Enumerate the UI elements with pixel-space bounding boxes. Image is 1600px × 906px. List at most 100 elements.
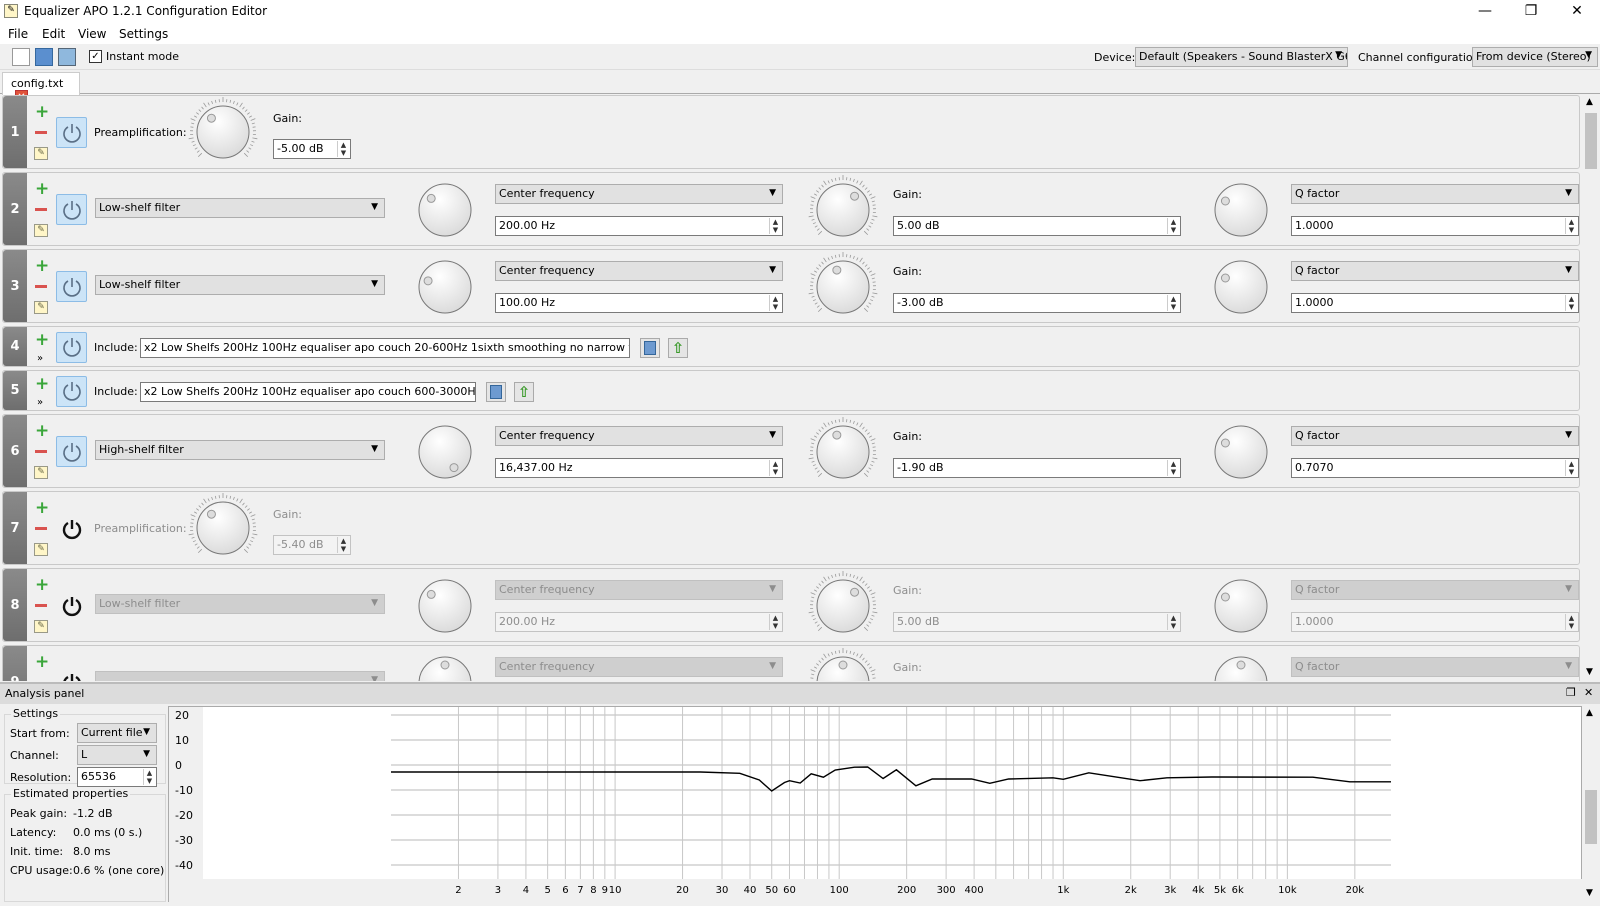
include-file-input[interactable]: x2 Low Shelfs 200Hz 100Hz equaliser apo … — [140, 338, 630, 358]
scrollbar-thumb[interactable] — [1585, 113, 1597, 169]
gain-input[interactable]: 5.00 dB▲▼ — [893, 612, 1181, 632]
spinner-arrows-icon[interactable]: ▲▼ — [1565, 295, 1577, 311]
gain-knob[interactable] — [188, 97, 258, 170]
browse-file-button[interactable] — [640, 338, 660, 358]
menu-view[interactable]: View — [78, 27, 106, 41]
open-include-button[interactable]: ⇧ — [514, 382, 534, 402]
row-number[interactable]: 7 — [3, 492, 27, 564]
q-mode-select[interactable]: Q factor▼ — [1291, 657, 1579, 677]
power-toggle-button[interactable] — [56, 376, 87, 407]
q-input[interactable]: 0.7070▲▼ — [1291, 458, 1579, 478]
frequency-input[interactable]: 16,437.00 Hz▲▼ — [495, 458, 783, 478]
row-number[interactable]: 9 — [3, 646, 27, 681]
frequency-input[interactable]: 200.00 Hz▲▼ — [495, 216, 783, 236]
q-knob[interactable] — [1206, 417, 1276, 490]
spinner-arrows-icon[interactable]: ▲▼ — [769, 614, 781, 630]
close-button[interactable]: ✕ — [1554, 0, 1600, 24]
gain-input[interactable]: -1.90 dB▲▼ — [893, 458, 1181, 478]
instant-mode-checkbox[interactable]: ✓ — [89, 50, 102, 63]
power-toggle-button[interactable] — [56, 332, 87, 363]
gain-input[interactable]: -5.40 dB▲▼ — [273, 535, 351, 555]
start-from-select[interactable]: Current file▼ — [77, 723, 157, 743]
add-filter-icon[interactable]: + — [35, 501, 49, 515]
remove-filter-icon[interactable] — [35, 208, 47, 211]
edit-icon[interactable]: ✎ — [34, 466, 48, 479]
q-mode-select[interactable]: Q factor▼ — [1291, 580, 1579, 600]
menu-file[interactable]: File — [8, 27, 28, 41]
edit-icon[interactable]: ✎ — [34, 543, 48, 556]
q-knob[interactable] — [1206, 175, 1276, 248]
expand-chevron-icon[interactable]: » — [37, 397, 43, 408]
q-mode-select[interactable]: Q factor▼ — [1291, 426, 1579, 446]
q-input[interactable]: 1.0000▲▼ — [1291, 293, 1579, 313]
filter-type-select[interactable]: Low-shelf filter▼ — [95, 275, 385, 295]
q-knob[interactable] — [1206, 648, 1276, 681]
open-include-button[interactable]: ⇧ — [668, 338, 688, 358]
spinner-arrows-icon[interactable]: ▲▼ — [337, 141, 349, 157]
add-filter-icon[interactable]: + — [35, 182, 49, 196]
q-input[interactable]: 1.0000▲▼ — [1291, 216, 1579, 236]
add-filter-icon[interactable]: + — [35, 377, 49, 391]
power-toggle-button[interactable] — [56, 590, 87, 621]
include-file-input[interactable]: x2 Low Shelfs 200Hz 100Hz equaliser apo … — [140, 382, 476, 402]
power-toggle-button[interactable] — [56, 513, 87, 544]
filter-type-select[interactable]: ▼ — [95, 671, 385, 681]
device-select[interactable]: Default (Speakers - Sound BlasterX G6)▼ — [1135, 47, 1348, 67]
add-filter-icon[interactable]: + — [35, 259, 49, 273]
frequency-mode-select[interactable]: Center frequency▼ — [495, 184, 783, 204]
remove-filter-icon[interactable] — [35, 285, 47, 288]
add-filter-icon[interactable]: + — [35, 655, 49, 669]
gain-knob[interactable] — [808, 571, 878, 644]
gain-knob[interactable] — [808, 648, 878, 681]
menu-edit[interactable]: Edit — [42, 27, 65, 41]
row-number[interactable]: 2 — [3, 173, 27, 245]
edit-icon[interactable]: ✎ — [34, 620, 48, 633]
power-toggle-button[interactable] — [56, 436, 87, 467]
frequency-input[interactable]: 100.00 Hz▲▼ — [495, 293, 783, 313]
filter-type-select[interactable]: High-shelf filter▼ — [95, 440, 385, 460]
menu-settings[interactable]: Settings — [119, 27, 168, 41]
frequency-knob[interactable] — [410, 571, 480, 644]
remove-filter-icon[interactable] — [35, 604, 47, 607]
row-number[interactable]: 1 — [3, 96, 27, 168]
frequency-mode-select[interactable]: Center frequency▼ — [495, 657, 783, 677]
tab-config[interactable]: config.txt✕ — [2, 72, 80, 95]
frequency-mode-select[interactable]: Center frequency▼ — [495, 426, 783, 446]
q-mode-select[interactable]: Q factor▼ — [1291, 184, 1579, 204]
edit-icon[interactable]: ✎ — [34, 147, 48, 160]
remove-filter-icon[interactable] — [35, 131, 47, 134]
save-icon[interactable] — [35, 48, 53, 66]
chart-scrollbar[interactable]: ▲ ▼ — [1582, 706, 1600, 902]
browse-file-button[interactable] — [486, 382, 506, 402]
row-number[interactable]: 3 — [3, 250, 27, 322]
spinner-arrows-icon[interactable]: ▲▼ — [1167, 614, 1179, 630]
restore-button[interactable]: ❐ — [1508, 0, 1554, 24]
spinner-arrows-icon[interactable]: ▲▼ — [769, 460, 781, 476]
filter-list-scrollbar[interactable]: ▲ ▼ — [1582, 95, 1600, 681]
new-file-icon[interactable] — [12, 48, 30, 66]
q-knob[interactable] — [1206, 252, 1276, 325]
power-toggle-button[interactable] — [56, 117, 87, 148]
edit-icon[interactable]: ✎ — [34, 301, 48, 314]
gain-knob[interactable] — [808, 175, 878, 248]
q-mode-select[interactable]: Q factor▼ — [1291, 261, 1579, 281]
remove-filter-icon[interactable] — [35, 527, 47, 530]
filter-type-select[interactable]: Low-shelf filter▼ — [95, 198, 385, 218]
spinner-arrows-icon[interactable]: ▲▼ — [1565, 460, 1577, 476]
power-toggle-button[interactable] — [56, 667, 87, 681]
gain-knob[interactable] — [808, 252, 878, 325]
gain-knob[interactable] — [188, 493, 258, 566]
q-knob[interactable] — [1206, 571, 1276, 644]
row-number[interactable]: 6 — [3, 415, 27, 487]
spinner-arrows-icon[interactable]: ▲▼ — [1167, 460, 1179, 476]
gain-input[interactable]: 5.00 dB▲▼ — [893, 216, 1181, 236]
save-as-icon[interactable] — [58, 48, 76, 66]
row-number[interactable]: 4 — [3, 327, 27, 366]
row-number[interactable]: 5 — [3, 371, 27, 410]
resolution-input[interactable]: 65536▲▼ — [77, 767, 157, 787]
spinner-arrows-icon[interactable]: ▲▼ — [1565, 614, 1577, 630]
channel-select[interactable]: L▼ — [77, 745, 157, 765]
add-filter-icon[interactable]: + — [35, 424, 49, 438]
gain-input[interactable]: -5.00 dB▲▼ — [273, 139, 351, 159]
minimize-button[interactable]: — — [1462, 0, 1508, 24]
